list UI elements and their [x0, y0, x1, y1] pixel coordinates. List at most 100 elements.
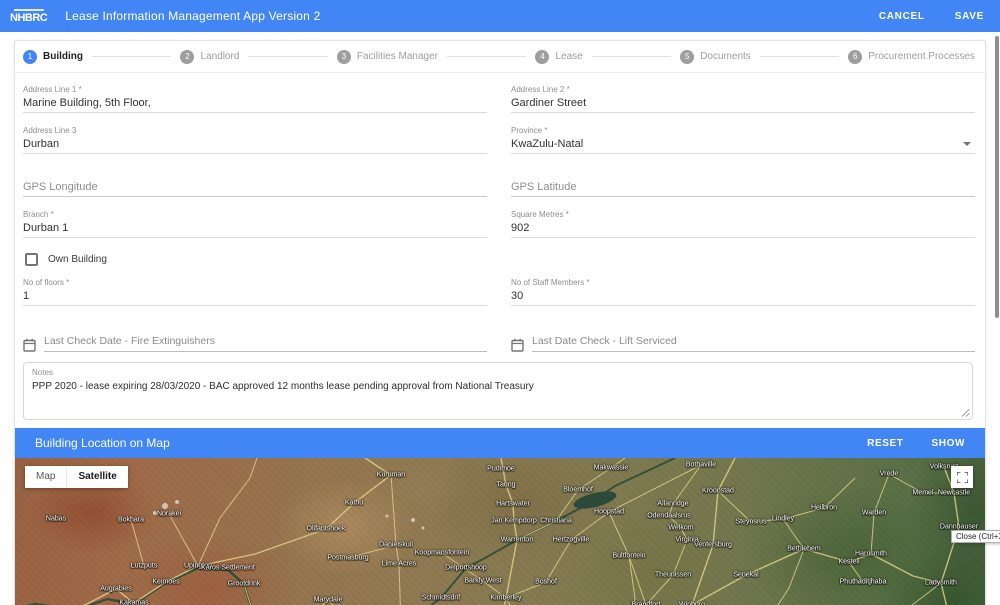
step-label: Procurement Processes — [868, 51, 975, 62]
step-label: Facilities Manager — [356, 51, 439, 62]
province-select[interactable]: Province * KwaZulu-Natal — [511, 126, 975, 154]
map-town-label: Kakamas — [119, 599, 149, 605]
fullscreen-button[interactable] — [951, 466, 973, 488]
nhbrc-logo-icon: NHBRC — [10, 8, 48, 24]
own-building-checkbox[interactable] — [25, 253, 38, 266]
map-town-label: Warrenton — [500, 536, 534, 544]
square-metres-field[interactable]: Square Metres * 902 — [511, 210, 975, 238]
map-town-label: Boshof — [535, 578, 557, 586]
stepper-item-facilities-manager[interactable]: 3 Facilities Manager — [336, 49, 439, 64]
stepper-connector — [92, 56, 172, 57]
map-town-label: Hoopstad — [594, 508, 624, 516]
map-town-label: Kroonstad — [702, 487, 734, 495]
step-label: Lease — [555, 51, 583, 62]
main-card: 1 Building 2 Landlord 3 Facilities Manager 4 Le… — [14, 40, 986, 605]
map-town-label: Harrismith — [855, 550, 887, 558]
map-town-label: Hertzogville — [552, 536, 590, 544]
own-building-row: Own Building — [25, 253, 975, 266]
field-value: Durban 1 — [23, 222, 69, 234]
map-town-label: Kimberley — [490, 594, 522, 602]
notes-text: PPP 2020 - lease expiring 28/03/2020 - B… — [32, 381, 534, 392]
stepper-connector — [759, 56, 840, 57]
field-label: No of Staff Members * — [511, 278, 590, 287]
building-form: Address Line 1 * Marine Building, 5th Fl… — [15, 73, 985, 420]
field-value: 30 — [511, 290, 524, 302]
stepper-connector — [591, 56, 672, 57]
stepper-item-building[interactable]: 1 Building — [23, 49, 83, 64]
step-number-badge: 3 — [336, 49, 351, 64]
stepper-item-landlord[interactable]: 2 Landlord — [180, 49, 240, 64]
field-label: Province * — [511, 126, 548, 135]
map-town-label: Bethlehem — [787, 545, 821, 553]
map-town-label: Kestell — [838, 558, 860, 566]
close-tooltip: Close (Ctrl+X) — [951, 530, 1000, 543]
field-value: 1 — [23, 290, 30, 302]
field-placeholder: GPS Latitude — [511, 181, 577, 193]
address-line-2-field[interactable]: Address Line 2 * Gardiner Street — [511, 85, 975, 113]
address-line-1-field[interactable]: Address Line 1 * Marine Building, 5th Fl… — [23, 85, 487, 113]
page-scrollbar[interactable] — [995, 36, 999, 318]
stepper-item-procurement-processes[interactable]: 6 Procurement Processes — [848, 49, 975, 64]
map-town-label: Danielskuil — [379, 541, 413, 549]
branch-field[interactable]: Branch * Durban 1 — [23, 210, 487, 238]
field-value: KwaZulu-Natal — [511, 138, 584, 150]
map-town-label: Odendaalsrus — [647, 512, 691, 520]
dropdown-arrow-icon[interactable] — [963, 142, 971, 146]
field-placeholder: GPS Longitude — [23, 181, 98, 193]
map-type-map-button[interactable]: Map — [25, 466, 67, 488]
reset-button[interactable]: RESET — [867, 438, 903, 449]
map-town-label: Welkom — [668, 524, 694, 532]
map-town-label: Makwassie — [593, 464, 629, 472]
field-label: Address Line 2 * — [511, 85, 570, 94]
no-of-staff-members-field[interactable]: No of Staff Members * 30 — [511, 278, 975, 306]
field-placeholder: Last Check Date - Fire Extinguishers — [44, 335, 487, 352]
map-town-label: Newcastle — [937, 489, 971, 497]
map-town-label: Nabas — [45, 515, 67, 523]
field-value: 902 — [511, 222, 530, 234]
own-building-label: Own Building — [48, 254, 107, 265]
step-number-badge: 1 — [23, 49, 37, 64]
step-label: Building — [43, 51, 83, 62]
map-type-satellite-button[interactable]: Satellite — [66, 466, 128, 488]
map-town-label: Keimoes — [152, 578, 180, 586]
step-label: Documents — [700, 51, 751, 62]
field-label: Notes — [32, 368, 53, 377]
save-button[interactable]: SAVE — [955, 11, 984, 22]
no-of-floors-field[interactable]: No of floors * 1 — [23, 278, 487, 306]
map-town-label: Allanridge — [657, 500, 689, 508]
map-town-label: Lutzputs — [130, 562, 158, 570]
gps-longitude-field[interactable]: GPS Longitude — [23, 181, 487, 197]
lift-serviced-date-field[interactable]: Last Date Check - Lift Serviced — [511, 335, 975, 352]
address-line-3-field[interactable]: Address Line 3 Durban — [23, 126, 487, 154]
step-number-badge: 6 — [848, 49, 863, 64]
map-town-label: Olifantshoek — [306, 525, 346, 533]
fire-extinguishers-date-field[interactable]: Last Check Date - Fire Extinguishers — [23, 335, 487, 352]
stepper-item-lease[interactable]: 4 Lease — [535, 49, 583, 64]
field-value: Gardiner Street — [511, 97, 587, 109]
map-canvas[interactable]: Map Satellite Kuruman Kathu Olifantshoek Po… — [15, 458, 985, 605]
map-town-label: Ladysmith — [925, 579, 957, 587]
map-town-label: Pudimoe — [487, 465, 515, 473]
field-value: Durban — [23, 138, 60, 150]
gps-latitude-field[interactable]: GPS Latitude — [511, 181, 975, 197]
map-town-label: Vrede — [879, 470, 899, 478]
fullscreen-icon — [956, 471, 968, 483]
field-label: Square Metres * — [511, 210, 569, 219]
step-label: Landlord — [200, 51, 240, 62]
resize-handle[interactable] — [961, 408, 970, 417]
map-town-label: Hartswater — [496, 500, 530, 508]
map-town-label: Barkly West — [464, 577, 502, 585]
map-town-label: Christiana — [540, 517, 572, 525]
map-town-label: Marydale — [313, 596, 343, 604]
stepper-item-documents[interactable]: 5 Documents — [680, 49, 751, 64]
map-town-label: Delportshoop — [445, 564, 487, 572]
map-town-label: Bultfontein — [612, 552, 646, 560]
show-button[interactable]: SHOW — [931, 438, 965, 449]
notes-textarea[interactable]: Notes PPP 2020 - lease expiring 28/03/20… — [23, 362, 973, 420]
map-section-header: Building Location on Map RESET SHOW — [15, 428, 985, 458]
map-town-label: Bokhara — [117, 516, 145, 524]
cancel-button[interactable]: CANCEL — [879, 11, 925, 22]
field-label: Address Line 3 — [23, 126, 77, 135]
app-title: Lease Information Management App Version… — [65, 9, 321, 23]
stepper-connector — [248, 56, 328, 57]
